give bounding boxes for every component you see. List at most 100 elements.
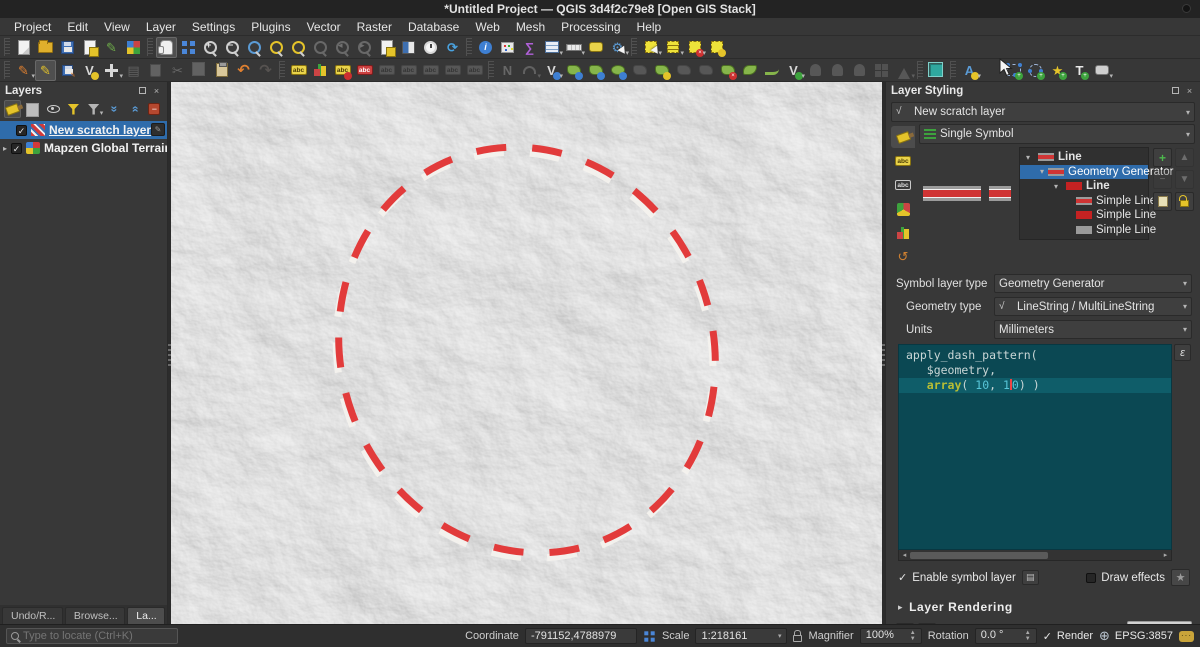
tab-3d-view[interactable]	[891, 198, 915, 220]
rotate-label-button[interactable]: abc	[442, 60, 463, 81]
merge-attributes-button[interactable]	[673, 60, 694, 81]
toolbar-grip[interactable]	[917, 61, 923, 79]
style-manager-button[interactable]: ✎	[101, 37, 122, 58]
line-annotation-button[interactable]: +	[1025, 60, 1046, 81]
toolbar-grip[interactable]	[950, 61, 956, 79]
new-map-view-button[interactable]	[376, 37, 397, 58]
messages-icon[interactable]: ···	[1179, 631, 1194, 642]
vertex-tool-button[interactable]	[101, 60, 122, 81]
cut-features-button[interactable]: ✂	[167, 60, 188, 81]
toolbar-grip[interactable]	[488, 61, 494, 79]
copy-paste-style-button[interactable]	[926, 60, 947, 81]
open-layer-styling-button[interactable]	[4, 100, 21, 118]
toolbar-grip[interactable]	[279, 61, 285, 79]
add-part-button[interactable]	[651, 60, 672, 81]
temporal-controller-button[interactable]	[420, 37, 441, 58]
shape-digitizing-button[interactable]	[893, 60, 914, 81]
delete-selected-button[interactable]	[145, 60, 166, 81]
delete-part-button[interactable]	[695, 60, 716, 81]
run-feature-action-button[interactable]	[497, 37, 518, 58]
crs-button[interactable]: ⊕ EPSG:3857	[1099, 628, 1173, 644]
processing-gear-button[interactable]: ⚙	[607, 37, 628, 58]
menu-plugins[interactable]: Plugins	[243, 19, 298, 35]
menu-help[interactable]: Help	[629, 19, 670, 35]
copy-features-button[interactable]	[189, 60, 210, 81]
menu-mesh[interactable]: Mesh	[508, 19, 553, 35]
layer-diagram-button[interactable]	[310, 60, 331, 81]
layer-rendering-section[interactable]: ▸ Layer Rendering	[886, 586, 1200, 614]
move-label-button[interactable]: abc	[420, 60, 441, 81]
delete-ring-button[interactable]: ×	[717, 60, 738, 81]
simplify-feature-button[interactable]	[849, 60, 870, 81]
refresh-map-button[interactable]: ⟳	[442, 37, 463, 58]
locator-search[interactable]	[6, 628, 178, 644]
tab-undo-redo[interactable]: Undo/R...	[2, 607, 63, 624]
move-down-button[interactable]: ▼	[1175, 170, 1194, 189]
tree-row-geometry-generator[interactable]: ▾Geometry Generator	[1020, 165, 1148, 180]
zoom-out-button[interactable]: −	[222, 37, 243, 58]
change-label-button[interactable]: abc	[464, 60, 485, 81]
menu-view[interactable]: View	[96, 19, 138, 35]
draw-effects-checkbox[interactable]: Draw effects	[1086, 572, 1165, 584]
scroll-left-icon[interactable]: ◂	[899, 551, 910, 560]
expander-icon[interactable]: ▸	[3, 144, 7, 153]
scrollbar-thumb[interactable]	[910, 552, 1048, 559]
merge-features-button[interactable]	[629, 60, 650, 81]
layer-visibility-checkbox[interactable]: ✓	[11, 143, 22, 154]
current-edits-button[interactable]: ✎	[13, 60, 34, 81]
tab-masks[interactable]: abc	[891, 174, 915, 196]
select-annotation-button[interactable]	[981, 60, 1002, 81]
bookmarks-button[interactable]	[398, 37, 419, 58]
toolbar-grip[interactable]	[4, 38, 10, 56]
grid-digitizing-button[interactable]	[871, 60, 892, 81]
enable-symbol-layer-checkbox[interactable]: ✓ Enable symbol layer	[898, 571, 1016, 584]
split-features-button[interactable]	[585, 60, 606, 81]
expand-all-button[interactable]: »	[105, 100, 122, 118]
tab-layers[interactable]: La...	[127, 607, 165, 624]
expression-builder-button[interactable]: ε	[1174, 344, 1191, 361]
undock-panel-icon[interactable]	[137, 85, 148, 96]
select-by-expression-button[interactable]	[662, 37, 683, 58]
move-feature-button[interactable]	[805, 60, 826, 81]
pan-to-selection-button[interactable]	[178, 37, 199, 58]
expression-editor[interactable]: apply_dash_pattern( $geometry, array( 10…	[898, 344, 1172, 550]
move-up-button[interactable]: ▲	[1175, 148, 1194, 167]
paste-features-button[interactable]	[211, 60, 232, 81]
save-layer-edits-button[interactable]: ✎	[57, 60, 78, 81]
collapse-all-button[interactable]: »	[126, 100, 143, 118]
add-group-button[interactable]	[24, 100, 41, 118]
menu-edit[interactable]: Edit	[59, 19, 96, 35]
duplicate-symbol-layer-button[interactable]	[1153, 192, 1172, 211]
trim-extend-button[interactable]	[761, 60, 782, 81]
zoom-in-button[interactable]: +	[200, 37, 221, 58]
tree-row-simple-line-3[interactable]: Simple Line	[1020, 223, 1148, 238]
rotation-spinbox[interactable]: 0.0 ° ▲▼	[975, 628, 1037, 644]
project-properties-button[interactable]	[123, 37, 144, 58]
split-parts-button[interactable]	[607, 60, 628, 81]
digitize-with-curve-button[interactable]: V	[79, 60, 100, 81]
menu-raster[interactable]: Raster	[349, 19, 400, 35]
layer-item-mapzen-global-terrain[interactable]: ▸ ✓ Mapzen Global Terrain	[0, 139, 167, 157]
lock-colors-button[interactable]	[1175, 192, 1194, 211]
scale-combo[interactable]: 1:218161▾	[695, 628, 787, 644]
toolbar-grip[interactable]	[466, 38, 472, 56]
renderer-combo[interactable]: Single Symbol ▾	[919, 124, 1195, 144]
draw-effects-options-button[interactable]: ★	[1171, 569, 1190, 586]
magnifier-spinbox[interactable]: 100% ▲▼	[860, 628, 922, 644]
locator-input[interactable]	[23, 630, 173, 642]
rotate-feature-button[interactable]	[827, 60, 848, 81]
editor-horizontal-scrollbar[interactable]: ◂ ▸	[898, 550, 1172, 561]
toolbar-grip[interactable]	[4, 61, 10, 79]
layer-labeling-button[interactable]: abc	[288, 60, 309, 81]
zoom-full-button[interactable]	[244, 37, 265, 58]
save-project-button[interactable]	[57, 37, 78, 58]
marker-annotation-button[interactable]: ★+	[1047, 60, 1068, 81]
open-project-button[interactable]	[35, 37, 56, 58]
layer-selector-combo[interactable]: √ New scratch layer ▾	[891, 102, 1195, 122]
html-annotation-button[interactable]	[1091, 60, 1112, 81]
tab-symbology[interactable]	[891, 126, 915, 148]
layer-item-new-scratch-layer[interactable]: ✓ New scratch layer ✎	[0, 121, 167, 139]
menu-database[interactable]: Database	[400, 19, 467, 35]
scale-lock-icon[interactable]	[793, 635, 802, 642]
digitize-curve-segment-button[interactable]: V	[783, 60, 804, 81]
